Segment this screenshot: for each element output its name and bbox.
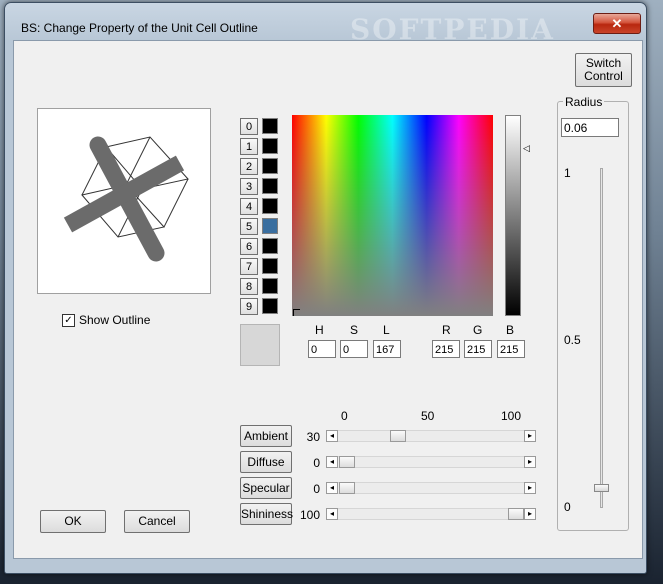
color-index-button-9[interactable]: 9 — [240, 298, 258, 315]
unit-cell-outline-graphic — [63, 136, 189, 262]
show-outline-label[interactable]: Show Outline — [79, 313, 150, 327]
show-outline-checkbox[interactable]: ✓ — [62, 314, 75, 327]
slider-thumb-0[interactable] — [389, 430, 406, 442]
color-index-button-6[interactable]: 6 — [240, 238, 258, 255]
slider-label-button-2[interactable]: Specular — [240, 477, 292, 499]
slider-value-3: 100 — [299, 508, 320, 522]
color-swatch-5[interactable] — [262, 218, 278, 234]
s-label: S — [350, 323, 359, 337]
radius-slider-track[interactable] — [600, 168, 603, 508]
color-swatch-1[interactable] — [262, 138, 278, 154]
slider-thumb-2[interactable] — [339, 482, 355, 494]
slider-track-2[interactable] — [326, 482, 536, 494]
cancel-button[interactable]: Cancel — [124, 510, 190, 533]
switch-control-button[interactable]: Switch Control — [575, 53, 632, 87]
color-index-button-8[interactable]: 8 — [240, 278, 258, 295]
b-label: B — [506, 323, 515, 337]
luminance-bar[interactable] — [505, 115, 521, 316]
slider-right-arrow-icon[interactable]: ▸ — [524, 430, 536, 442]
radius-tick-max: 1 — [564, 166, 571, 180]
slider-track-1[interactable] — [326, 456, 536, 468]
slider-value-1: 0 — [313, 456, 320, 470]
radius-tick-min: 0 — [564, 500, 571, 514]
color-swatch-7[interactable] — [262, 258, 278, 274]
radius-slider-thumb[interactable] — [594, 483, 609, 492]
slider-left-arrow-icon[interactable]: ◂ — [326, 456, 338, 468]
scale-label-min: 0 — [341, 409, 348, 423]
slider-left-arrow-icon[interactable]: ◂ — [326, 508, 338, 520]
slider-label-button-0[interactable]: Ambient — [240, 425, 292, 447]
b-input[interactable]: 215 — [497, 340, 525, 358]
h-input[interactable]: 0 — [308, 340, 336, 358]
radius-tick-mid: 0.5 — [564, 333, 581, 347]
s-input[interactable]: 0 — [340, 340, 368, 358]
color-swatch-2[interactable] — [262, 158, 278, 174]
color-index-button-0[interactable]: 0 — [240, 118, 258, 135]
scale-label-max: 100 — [501, 409, 522, 423]
unit-cell-preview — [37, 108, 211, 294]
slider-value-2: 0 — [313, 482, 320, 496]
slider-label-button-3[interactable]: Shininess — [240, 503, 293, 525]
color-index-button-7[interactable]: 7 — [240, 258, 258, 275]
slider-value-0: 30 — [306, 430, 320, 444]
l-label: L — [383, 323, 390, 337]
slider-thumb-3[interactable] — [508, 508, 524, 520]
slider-track-0[interactable] — [326, 430, 536, 442]
ok-button[interactable]: OK — [40, 510, 106, 533]
color-index-button-1[interactable]: 1 — [240, 138, 258, 155]
current-color-preview — [240, 324, 280, 366]
r-label: R — [442, 323, 451, 337]
h-label: H — [315, 323, 324, 337]
spectrum-crosshair — [293, 309, 300, 316]
r-input[interactable]: 215 — [432, 340, 460, 358]
color-swatch-3[interactable] — [262, 178, 278, 194]
g-label: G — [473, 323, 483, 337]
slider-right-arrow-icon[interactable]: ▸ — [524, 482, 536, 494]
radius-input[interactable]: 0.06 — [561, 118, 619, 137]
color-index-button-2[interactable]: 2 — [240, 158, 258, 175]
slider-right-arrow-icon[interactable]: ▸ — [524, 508, 536, 520]
color-swatch-6[interactable] — [262, 238, 278, 254]
window-title: BS: Change Property of the Unit Cell Out… — [21, 21, 258, 35]
g-input[interactable]: 215 — [464, 340, 492, 358]
color-swatch-4[interactable] — [262, 198, 278, 214]
color-index-button-4[interactable]: 4 — [240, 198, 258, 215]
slider-right-arrow-icon[interactable]: ▸ — [524, 456, 536, 468]
switch-control-line2: Control — [584, 69, 623, 83]
color-index-button-3[interactable]: 3 — [240, 178, 258, 195]
close-button[interactable]: ✕ — [593, 13, 641, 34]
slider-thumb-1[interactable] — [339, 456, 355, 468]
slider-left-arrow-icon[interactable]: ◂ — [326, 430, 338, 442]
slider-label-button-1[interactable]: Diffuse — [240, 451, 292, 473]
color-swatch-8[interactable] — [262, 278, 278, 294]
color-swatch-9[interactable] — [262, 298, 278, 314]
color-swatch-0[interactable] — [262, 118, 278, 134]
slider-left-arrow-icon[interactable]: ◂ — [326, 482, 338, 494]
color-spectrum-picker[interactable] — [292, 115, 493, 316]
color-index-button-5[interactable]: 5 — [240, 218, 258, 235]
slider-track-3[interactable] — [326, 508, 536, 520]
luminance-pointer-icon[interactable]: ◁ — [523, 143, 530, 154]
l-input[interactable]: 167 — [373, 340, 401, 358]
scale-label-mid: 50 — [421, 409, 435, 423]
radius-group-label: Radius — [563, 95, 605, 109]
